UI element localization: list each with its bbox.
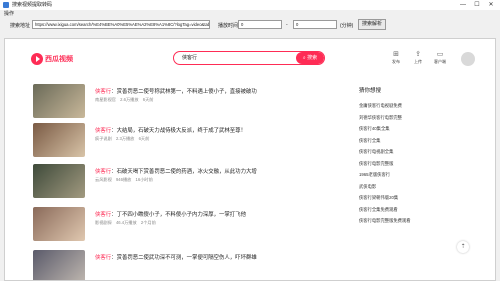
- video-meta: 南星影视官 2.6万播放 6天前: [95, 97, 153, 103]
- site-logo[interactable]: 西瓜视频: [31, 53, 73, 65]
- views: 46.4万播放: [115, 220, 137, 225]
- publish-button[interactable]: ⊞ 发布: [385, 50, 407, 65]
- suggestion-item[interactable]: 侠客行全集: [359, 135, 479, 147]
- video-title[interactable]: 侠客行：大结局，石破天力战侍极大反派，终于成了武林至尊！: [95, 126, 246, 134]
- suggestion-item[interactable]: 侠客行电影完整版: [359, 158, 479, 170]
- suggestion-item[interactable]: 1965老版侠客行: [359, 169, 479, 181]
- suggestions-heading: 猜你想搜: [359, 88, 382, 94]
- time-separator: -: [286, 22, 288, 28]
- title-bar: 搜索视频提取转码 — ☐ ✕: [0, 0, 500, 10]
- video-meta: 疯子说剧 2.3万播放 6天前: [95, 136, 149, 142]
- back-to-top-button[interactable]: ⇡: [457, 241, 469, 253]
- title-highlight: 侠客行: [95, 89, 112, 95]
- author[interactable]: 南星影视官: [95, 97, 116, 102]
- arrow-up-icon: ⇡: [460, 244, 466, 250]
- date: 2个月前: [140, 220, 156, 225]
- menu-bar: 操作: [0, 10, 500, 18]
- toolbar: 搜索地址 https://www.ixigua.com/search/%E4%B…: [0, 18, 500, 32]
- search-input[interactable]: 侠客行: [182, 52, 197, 64]
- avatar[interactable]: [461, 52, 475, 66]
- suggestion-item[interactable]: 侠客行电视剧全集: [359, 146, 479, 158]
- client-label: 客户端: [434, 59, 446, 64]
- close-icon[interactable]: ✕: [484, 0, 498, 10]
- search-button[interactable]: ⌕ 搜索: [296, 52, 324, 64]
- title-highlight: 侠客行: [95, 212, 112, 218]
- title-text: ：赏善罚恶二使号称武林第一，不料遇上傻小子，直接被破功: [111, 89, 257, 95]
- publish-label: 发布: [392, 59, 400, 64]
- author[interactable]: 云风影视: [95, 177, 112, 182]
- upload-icon: ⇪: [415, 51, 421, 58]
- time-to-input[interactable]: 0: [293, 20, 337, 29]
- video-title[interactable]: 侠客行：丁不四小瞧傻小子，不料傻小子内力深厚，一掌打飞他: [95, 210, 246, 218]
- suggestions-panel: 猜你想搜 金庸侠客行电视剧免费 刘德华侠客行电影完整 侠客行40集全集 侠客行全…: [359, 86, 479, 227]
- site-header: 西瓜视频 侠客行 ⌕ 搜索 ⊞ 发布 ⇪ 上传 ▭ 客户端: [5, 39, 495, 77]
- author[interactable]: 影视剧探: [95, 220, 112, 225]
- client-icon: ▭: [436, 51, 444, 58]
- time-label: 播放时间: [218, 23, 239, 29]
- title-text: ：石破天喝下赏善罚恶二使的药酒，冰火交融，从此功力大增: [111, 169, 257, 175]
- video-thumbnail[interactable]: [33, 164, 85, 198]
- window-controls: — ☐ ✕: [456, 0, 498, 10]
- suggestion-item[interactable]: 侠客行40集全集: [359, 123, 479, 135]
- date: 16小时前: [135, 177, 153, 182]
- suggestion-item[interactable]: 侠客行电影完整版免费观看: [359, 215, 479, 227]
- views: 2.3万播放: [115, 136, 135, 141]
- search-icon: ⌕: [302, 55, 306, 61]
- browser-view: 西瓜视频 侠客行 ⌕ 搜索 ⊞ 发布 ⇪ 上传 ▭ 客户端 侠客行：赏善罚恶二使…: [4, 38, 496, 281]
- author[interactable]: 疯子说剧: [95, 136, 112, 141]
- suggestion-item[interactable]: 侠客行全集免费观看: [359, 204, 479, 216]
- video-thumbnail[interactable]: [33, 123, 85, 157]
- title-text: ：丁不四小瞧傻小子，不料傻小子内力深厚，一掌打飞他: [111, 212, 246, 218]
- title-highlight: 侠客行: [95, 169, 112, 175]
- date: 6天前: [142, 97, 154, 102]
- upload-label: 上传: [414, 59, 422, 64]
- upload-button[interactable]: ⇪ 上传: [407, 50, 429, 65]
- url-input[interactable]: https://www.ixigua.com/search/%E4%BE%A0%…: [32, 20, 210, 29]
- header-actions: ⊞ 发布 ⇪ 上传 ▭ 客户端: [385, 50, 451, 65]
- views: 2.6万播放: [120, 97, 139, 102]
- title-text: ：赏善罚恶二使武功深不可测，一掌便可隔空伤人，吓坏群雄: [111, 255, 257, 261]
- window-title: 搜索视频提取转码: [12, 2, 53, 8]
- app-window: 搜索视频提取转码 — ☐ ✕ 操作 搜索地址 https://www.ixigu…: [0, 0, 500, 281]
- views: 946播放: [115, 177, 132, 182]
- suggestion-item[interactable]: 金庸侠客行电视剧免费: [359, 100, 479, 112]
- list-item[interactable]: 侠客行：赏善罚恶二使号称武林第一，不料遇上傻小子，直接被破功 南星影视官 2.6…: [33, 84, 333, 120]
- parse-button[interactable]: 搜索解析: [358, 19, 386, 30]
- menu-item-operate[interactable]: 操作: [4, 11, 14, 17]
- url-label: 搜索地址: [10, 23, 31, 29]
- video-title[interactable]: 侠客行：赏善罚恶二使武功深不可测，一掌便可隔空伤人，吓坏群雄: [95, 253, 257, 261]
- suggestion-item[interactable]: 刘德华侠客行电影完整: [359, 112, 479, 124]
- video-thumbnail[interactable]: [33, 207, 85, 241]
- list-item[interactable]: 侠客行：大结局，石破天力战侍极大反派，终于成了武林至尊！ 疯子说剧 2.3万播放…: [33, 123, 333, 159]
- title-highlight: 侠客行: [95, 128, 112, 134]
- video-title[interactable]: 侠客行：石破天喝下赏善罚恶二使的药酒，冰火交融，从此功力大增: [95, 167, 257, 175]
- minimize-icon[interactable]: —: [456, 0, 470, 10]
- title-text: ：大结局，石破天力战侍极大反派，终于成了武林至尊！: [111, 128, 246, 134]
- suggestion-item[interactable]: 武侠电影: [359, 181, 479, 193]
- xigua-logo-icon: [31, 53, 43, 65]
- logo-text: 西瓜视频: [45, 56, 73, 63]
- video-title[interactable]: 侠客行：赏善罚恶二使号称武林第一，不料遇上傻小子，直接被破功: [95, 87, 257, 95]
- video-thumbnail[interactable]: [33, 84, 85, 118]
- list-item[interactable]: 侠客行：赏善罚恶二使武功深不可测，一掌便可隔空伤人，吓坏群雄: [33, 250, 333, 280]
- search-button-label: 搜索: [307, 55, 318, 61]
- search-box: 侠客行 ⌕ 搜索: [173, 51, 325, 65]
- publish-icon: ⊞: [393, 51, 399, 58]
- time-from-input[interactable]: 0: [238, 20, 282, 29]
- video-thumbnail[interactable]: [33, 250, 85, 280]
- video-meta: 云风影视 946播放 16小时前: [95, 177, 153, 183]
- app-icon: [3, 2, 9, 8]
- maximize-icon[interactable]: ☐: [470, 0, 484, 10]
- suggestion-item[interactable]: 侠客行梁朝伟版20集: [359, 192, 479, 204]
- title-highlight: 侠客行: [95, 255, 112, 261]
- list-item[interactable]: 侠客行：石破天喝下赏善罚恶二使的药酒，冰火交融，从此功力大增 云风影视 946播…: [33, 164, 333, 200]
- video-meta: 影视剧探 46.4万播放 2个月前: [95, 220, 156, 226]
- date: 6天前: [138, 136, 150, 141]
- client-button[interactable]: ▭ 客户端: [429, 50, 451, 65]
- list-item[interactable]: 侠客行：丁不四小瞧傻小子，不料傻小子内力深厚，一掌打飞他 影视剧探 46.4万播…: [33, 207, 333, 243]
- time-unit: (分钟): [340, 23, 354, 29]
